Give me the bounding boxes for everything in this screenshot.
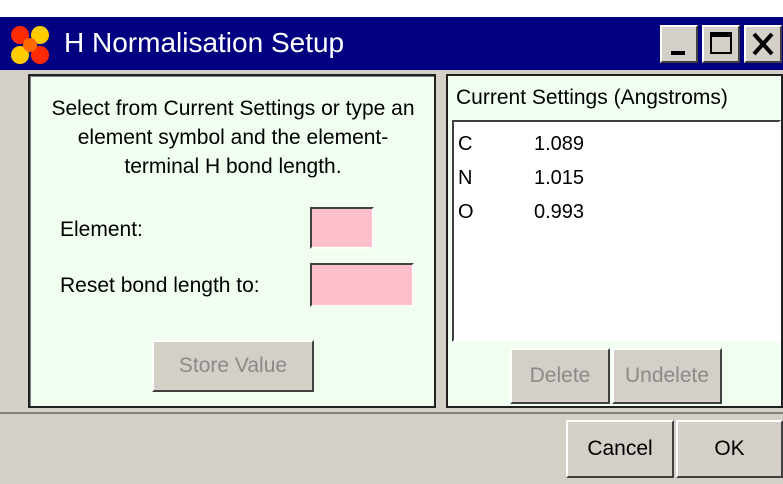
maximize-button[interactable]: [702, 25, 740, 63]
maximize-icon: [710, 32, 732, 54]
dialog-window: H Normalisation Setup Select from Curren…: [0, 14, 783, 484]
settings-list[interactable]: C 1.089 N 1.015 O 0.993: [452, 120, 781, 342]
list-item[interactable]: C 1.089: [458, 128, 758, 160]
minimize-button[interactable]: [660, 25, 698, 63]
element-label: Element:: [60, 218, 143, 241]
list-item[interactable]: O 0.993: [458, 196, 758, 228]
list-item[interactable]: N 1.015: [458, 162, 758, 194]
ok-button[interactable]: OK: [676, 420, 783, 478]
current-settings-panel: Current Settings (Angstroms) C 1.089 N 1…: [446, 74, 783, 408]
bond-length-value: 1.015: [534, 167, 585, 189]
close-button[interactable]: [744, 25, 782, 63]
input-panel: Select from Current Settings or type an …: [28, 74, 436, 408]
undelete-button[interactable]: Undelete: [612, 348, 722, 404]
window-title: H Normalisation Setup: [64, 27, 345, 58]
element-symbol: O: [458, 201, 474, 223]
cancel-button[interactable]: Cancel: [566, 420, 674, 478]
current-settings-title: Current Settings (Angstroms): [456, 86, 728, 109]
element-symbol: N: [458, 167, 473, 189]
delete-button[interactable]: Delete: [510, 348, 610, 404]
minimize-icon: [671, 51, 685, 55]
molecule-logo-icon: [11, 26, 49, 64]
bond-length-input[interactable]: [310, 263, 414, 307]
element-input[interactable]: [310, 207, 374, 249]
close-icon: [752, 32, 774, 56]
element-symbol: C: [458, 133, 473, 155]
bond-length-value: 1.089: [534, 133, 585, 155]
reset-bond-length-label: Reset bond length to:: [60, 274, 260, 297]
instructions-text: Select from Current Settings or type an …: [51, 97, 415, 178]
store-value-button[interactable]: Store Value: [152, 340, 314, 392]
bond-length-value: 0.993: [534, 201, 585, 223]
title-bar[interactable]: H Normalisation Setup: [0, 14, 783, 70]
button-bar: Cancel OK: [0, 412, 783, 484]
